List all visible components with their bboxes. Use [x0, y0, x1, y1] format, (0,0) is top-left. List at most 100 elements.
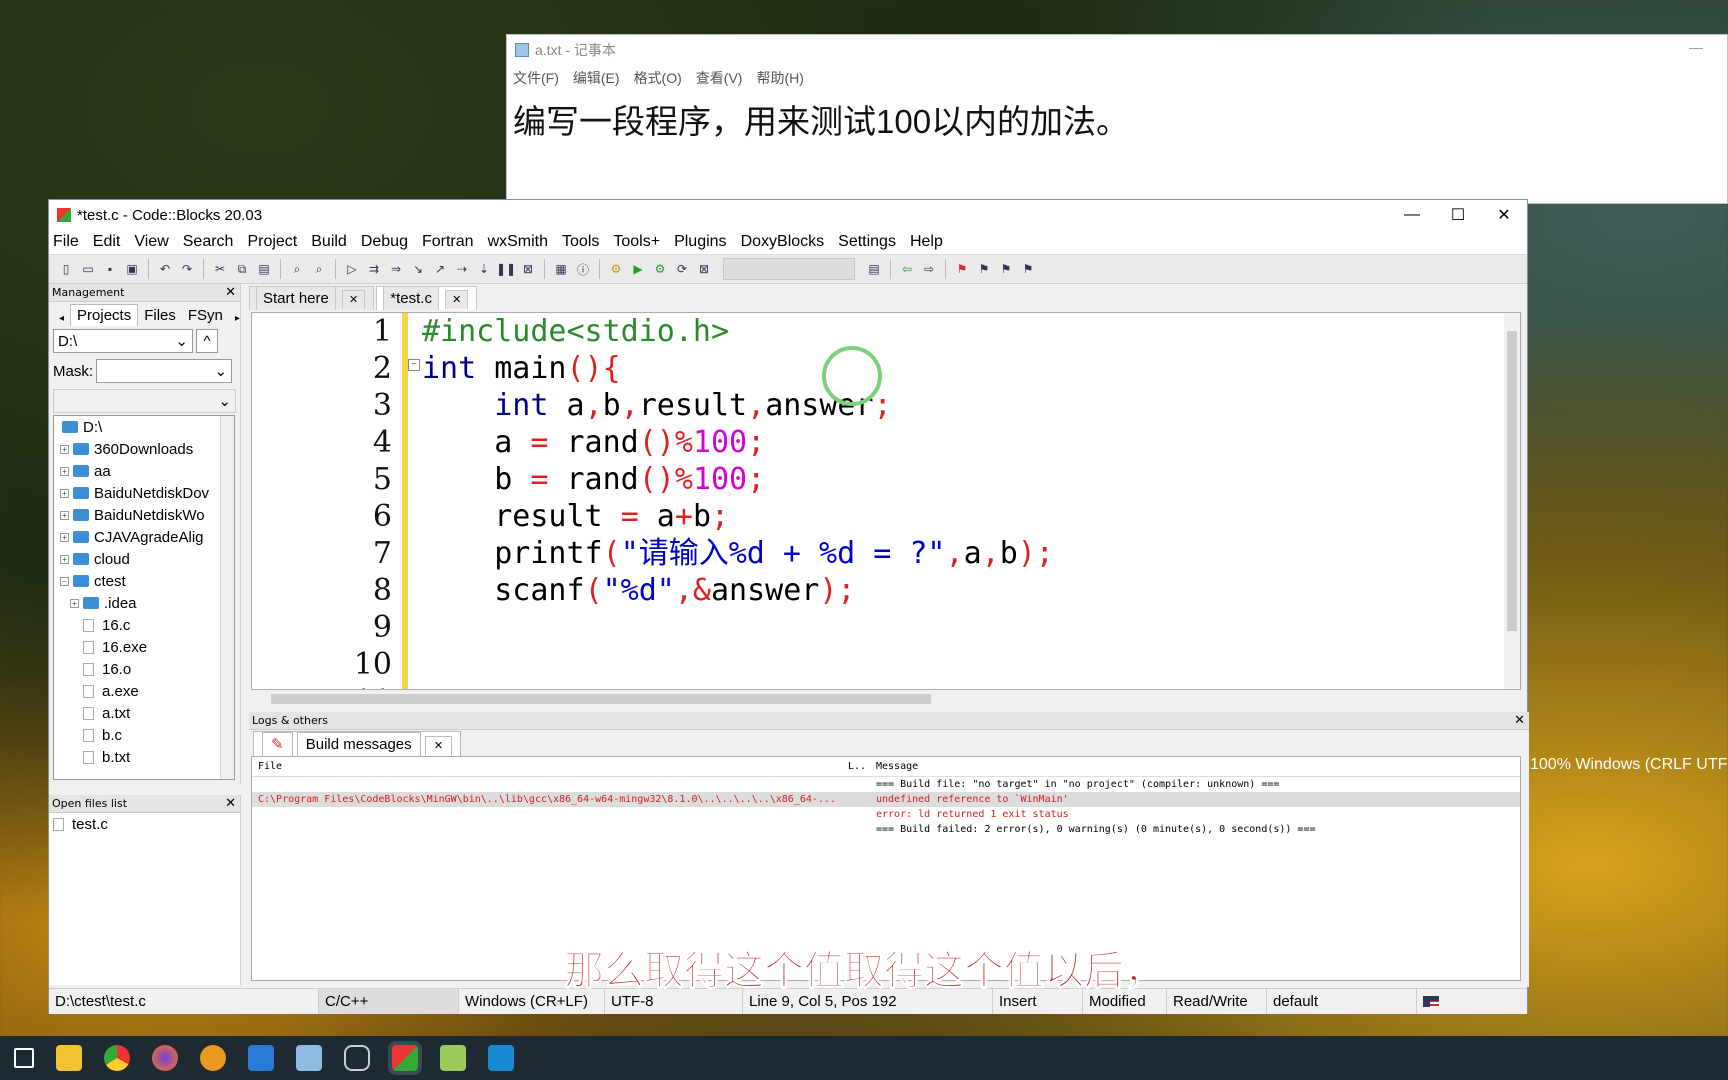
- stop-debug-icon[interactable]: ⊠: [519, 260, 537, 278]
- tab-build-messages[interactable]: ✎ Build messages ✕: [253, 731, 462, 756]
- menu-fortran[interactable]: Fortran: [422, 233, 474, 251]
- toggle-bookmark-icon[interactable]: ⚑: [953, 260, 971, 278]
- code-line[interactable]: int main(){: [422, 350, 1054, 387]
- menu-doxyblocks[interactable]: DoxyBlocks: [741, 233, 825, 251]
- file-explorer-icon[interactable]: [56, 1045, 82, 1071]
- expand-icon[interactable]: +: [60, 532, 69, 542]
- notepad-menu-help[interactable]: 帮助(H): [756, 68, 803, 88]
- go-up-button[interactable]: ^: [196, 329, 218, 353]
- tab-projects[interactable]: Projects: [70, 304, 139, 326]
- jump-forward-icon[interactable]: ⇨: [920, 260, 938, 278]
- menu-plugins[interactable]: Plugins: [674, 233, 726, 251]
- menu-tools-plus[interactable]: Tools+: [613, 233, 660, 251]
- tree-item[interactable]: + cloud: [54, 548, 234, 570]
- target-options-icon[interactable]: ▤: [865, 260, 883, 278]
- code-line[interactable]: #include<stdio.h>: [422, 313, 1054, 350]
- chrome-icon[interactable]: [104, 1045, 130, 1071]
- tree-item[interactable]: + CJAVAgradeAlig: [54, 526, 234, 548]
- notepad-app-icon[interactable]: [296, 1045, 322, 1071]
- close-icon[interactable]: ✕: [1514, 713, 1529, 728]
- notepad-text-area[interactable]: 编写一段程序，用来测试100以内的加法。: [507, 91, 1727, 147]
- rebuild-icon[interactable]: ⟳: [673, 260, 691, 278]
- tab-fsymbols[interactable]: FSyn: [182, 305, 229, 326]
- code-line[interactable]: printf("请输入%d + %d = ?",a,b);: [422, 535, 1054, 572]
- fold-marker-icon[interactable]: −: [408, 359, 420, 371]
- next-instruction-icon[interactable]: ⇢: [453, 260, 471, 278]
- notepad-plus-icon[interactable]: [440, 1045, 466, 1071]
- column-line[interactable]: L..: [842, 761, 870, 772]
- game-controller-icon[interactable]: [344, 1045, 370, 1071]
- minimize-button[interactable]: —: [1389, 200, 1435, 230]
- tab-files[interactable]: Files: [138, 305, 182, 326]
- menu-settings[interactable]: Settings: [838, 233, 896, 251]
- debug-windows-icon[interactable]: ▦: [552, 260, 570, 278]
- tree-item[interactable]: − ctest: [54, 570, 234, 592]
- maximize-button[interactable]: ☐: [1435, 200, 1481, 230]
- tab-scroll-right-icon[interactable]: ▸: [229, 311, 246, 326]
- pause-icon[interactable]: ❚❚: [496, 260, 516, 278]
- editor-horizontal-scrollbar[interactable]: [251, 690, 1521, 708]
- filter-combo[interactable]: ⌄: [53, 389, 236, 413]
- column-message[interactable]: Message: [870, 761, 1320, 772]
- minimize-button[interactable]: —: [1689, 39, 1703, 55]
- tree-item[interactable]: b.txt: [54, 746, 234, 768]
- code-line[interactable]: b = rand()%100;: [422, 461, 1054, 498]
- close-icon[interactable]: ✕: [225, 796, 240, 811]
- menu-search[interactable]: Search: [183, 233, 234, 251]
- menu-build[interactable]: Build: [311, 233, 347, 251]
- mask-input[interactable]: ⌄: [96, 359, 233, 383]
- tree-item[interactable]: +360Downloads: [54, 438, 234, 460]
- expand-icon[interactable]: +: [60, 444, 69, 454]
- notepad-menu-file[interactable]: 文件(F): [513, 68, 559, 88]
- clear-bookmarks-icon[interactable]: ⚑: [1019, 260, 1037, 278]
- tree-item[interactable]: + .idea: [54, 592, 234, 614]
- run-icon[interactable]: ▶: [629, 260, 647, 278]
- menu-wxsmith[interactable]: wxSmith: [488, 233, 548, 251]
- expand-icon[interactable]: +: [60, 510, 69, 520]
- close-button[interactable]: ✕: [1481, 200, 1527, 230]
- menu-debug[interactable]: Debug: [361, 233, 408, 251]
- tree-item[interactable]: + aa: [54, 460, 234, 482]
- menu-help[interactable]: Help: [910, 233, 943, 251]
- code-line[interactable]: [422, 609, 1054, 646]
- drive-combo[interactable]: D:\ ⌄: [53, 329, 193, 353]
- build-run-icon[interactable]: ⚙: [651, 260, 669, 278]
- tree-scrollbar[interactable]: [220, 416, 234, 779]
- prev-bookmark-icon[interactable]: ⚑: [975, 260, 993, 278]
- open-icon[interactable]: ▭: [79, 260, 97, 278]
- redo-icon[interactable]: ↷: [178, 260, 196, 278]
- menu-edit[interactable]: Edit: [93, 233, 121, 251]
- expand-icon[interactable]: +: [60, 466, 69, 476]
- expand-icon[interactable]: +: [70, 598, 79, 608]
- notepad-menu-format[interactable]: 格式(O): [634, 68, 682, 88]
- save-icon[interactable]: ▪: [101, 260, 119, 278]
- tab-start-here[interactable]: Start here ✕: [249, 286, 375, 310]
- tree-item[interactable]: + BaiduNetdiskWo: [54, 504, 234, 526]
- tree-item[interactable]: b.c: [54, 724, 234, 746]
- step-instruction-icon[interactable]: ⇣: [475, 260, 493, 278]
- menu-tools[interactable]: Tools: [562, 233, 599, 251]
- table-row[interactable]: === Build file: "no target" in "no proje…: [252, 777, 1520, 792]
- undo-icon[interactable]: ↶: [156, 260, 174, 278]
- table-row[interactable]: === Build failed: 2 error(s), 0 warning(…: [252, 822, 1520, 837]
- abort-icon[interactable]: ⊠: [695, 260, 713, 278]
- code-content[interactable]: #include<stdio.h> int main(){ int a,b,res…: [422, 313, 1054, 689]
- expand-icon[interactable]: +: [60, 554, 69, 564]
- task-view-icon[interactable]: [14, 1048, 34, 1068]
- find-icon[interactable]: ⌕: [288, 260, 306, 278]
- save-all-icon[interactable]: ▣: [123, 260, 141, 278]
- notepad-menu-edit[interactable]: 编辑(E): [573, 68, 620, 88]
- code-line[interactable]: int a,b,result,answer;: [422, 387, 1054, 424]
- tree-item[interactable]: D:\: [54, 416, 234, 438]
- code-editor[interactable]: 1234567891011 − #include<stdio.h>int mai…: [251, 312, 1521, 690]
- run-to-cursor-icon[interactable]: ⇉: [365, 260, 383, 278]
- build-icon[interactable]: ⚙: [607, 260, 625, 278]
- tab-test-c[interactable]: *test.c ✕: [376, 286, 478, 310]
- code-line[interactable]: scanf("%d",&answer);: [422, 572, 1054, 609]
- build-target-combo[interactable]: [723, 258, 855, 280]
- replace-icon[interactable]: ⌕: [310, 260, 328, 278]
- firefox-icon[interactable]: [152, 1045, 178, 1071]
- step-out-icon[interactable]: ↗: [431, 260, 449, 278]
- cut-icon[interactable]: ✂: [211, 260, 229, 278]
- next-bookmark-icon[interactable]: ⚑: [997, 260, 1015, 278]
